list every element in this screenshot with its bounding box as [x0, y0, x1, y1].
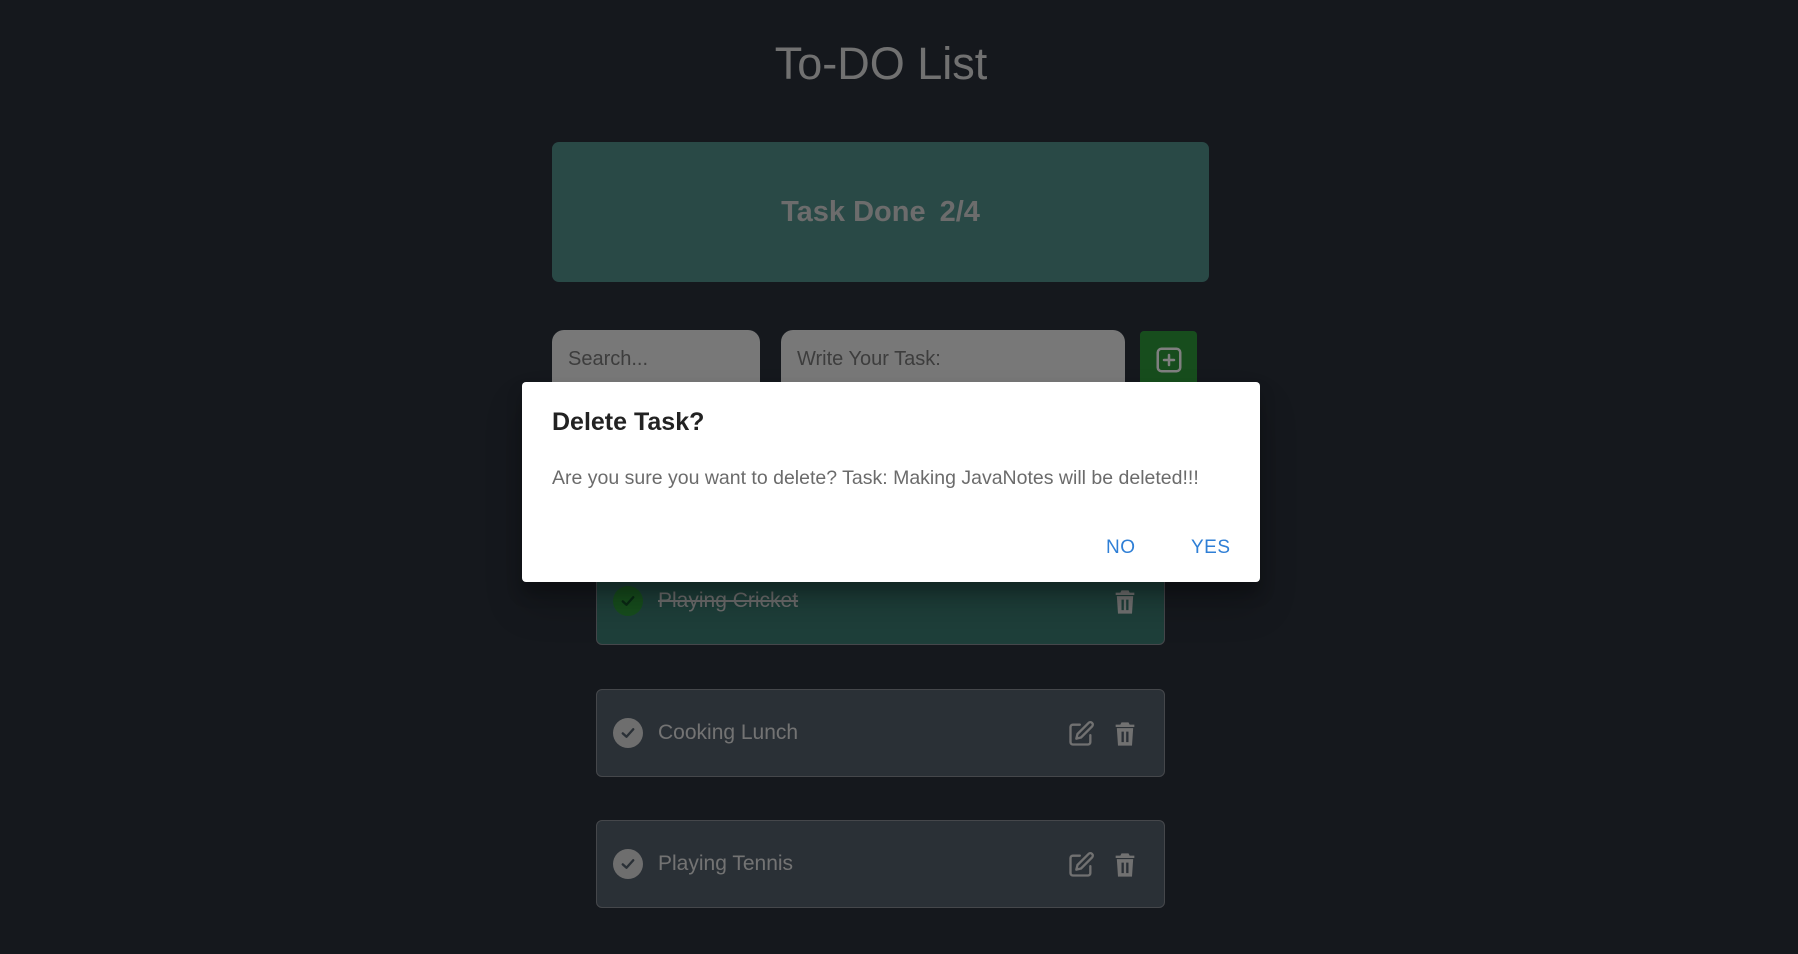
dialog-message: Are you sure you want to delete? Task: M… [552, 467, 1199, 489]
todo-app: To-DO List Task Done 2/4 Search... Write… [0, 0, 1798, 954]
no-button[interactable]: NO [1106, 537, 1136, 559]
dialog-title: Delete Task? [552, 408, 705, 436]
delete-confirmation-dialog: Delete Task? Are you sure you want to de… [522, 382, 1260, 582]
yes-button[interactable]: YES [1191, 537, 1231, 559]
